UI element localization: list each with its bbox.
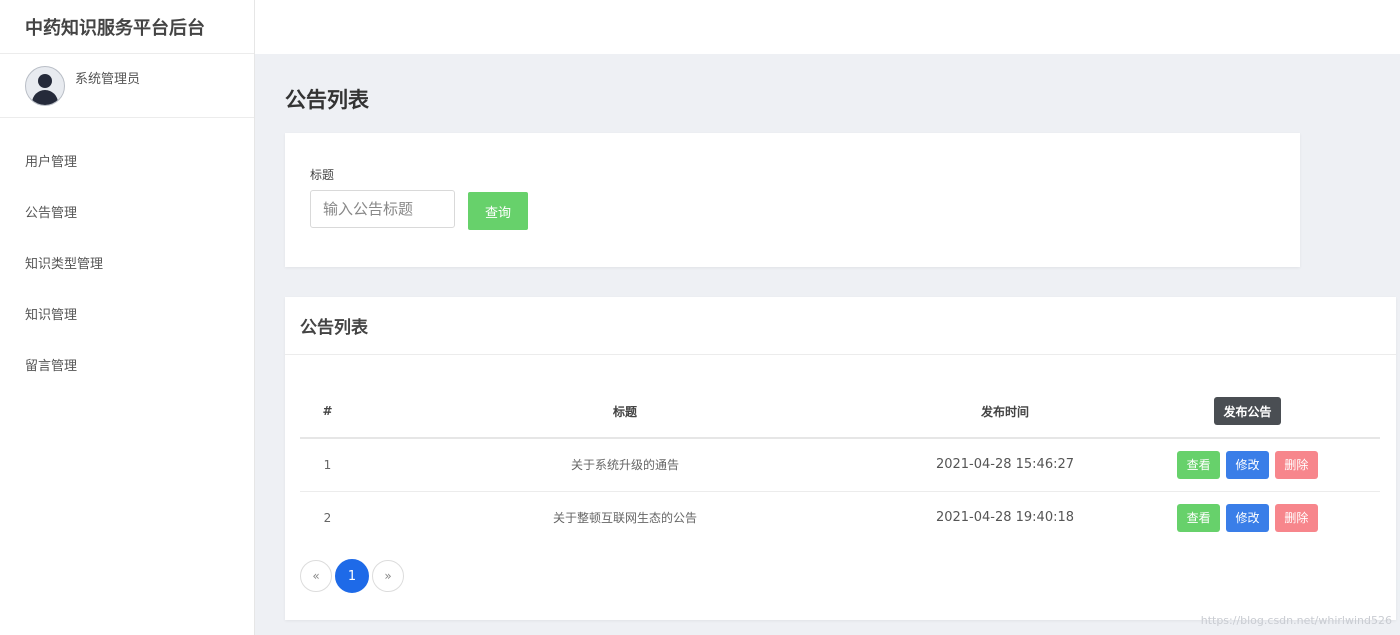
avatar[interactable]: [25, 66, 65, 106]
sidebar-item-knowledge-types[interactable]: 知识类型管理: [0, 237, 254, 288]
edit-button[interactable]: 修改: [1226, 450, 1269, 479]
app-title: 中药知识服务平台后台: [0, 0, 254, 54]
search-input[interactable]: [310, 190, 455, 228]
sidebar-item-announcements[interactable]: 公告管理: [0, 186, 254, 237]
list-title: 公告列表: [285, 297, 1396, 355]
page-next-button[interactable]: »: [372, 560, 404, 592]
row-title: 关于整顿互联网生态的公告: [552, 511, 697, 526]
header-id: #: [322, 404, 333, 418]
table-row: 1 关于系统升级的通告 2021-04-28 15:46:27 查看 修改 删除: [300, 438, 1380, 491]
delete-button[interactable]: 删除: [1274, 503, 1318, 532]
delete-button[interactable]: 删除: [1274, 450, 1318, 479]
page-title: 公告列表: [285, 88, 369, 112]
table-header-row: # 标题 发布时间 发布公告: [300, 385, 1380, 438]
search-card: 标题 查询: [285, 133, 1300, 267]
avatar-body: [32, 90, 58, 105]
view-button[interactable]: 查看: [1177, 503, 1221, 532]
header-time: 发布时间: [980, 404, 1029, 419]
row-id: 2: [323, 510, 332, 525]
announcement-table: # 标题 发布时间 发布公告 1 关于系统升级的通告 2021-04-28 15…: [300, 385, 1380, 544]
sidebar-item-knowledge[interactable]: 知识管理: [0, 288, 254, 339]
avatar-head: [38, 74, 52, 88]
publish-announcement-button[interactable]: 发布公告: [1214, 397, 1281, 425]
header-title: 标题: [612, 404, 637, 419]
view-button[interactable]: 查看: [1177, 450, 1221, 479]
announcement-list-card: 公告列表 # 标题 发布时间 发布公告 1 关于系统升级的通告 2021-04-…: [285, 297, 1396, 620]
row-id: 1: [323, 457, 332, 472]
sidebar-menu: 用户管理 公告管理 知识类型管理 知识管理 留言管理: [0, 118, 254, 390]
page-prev-button[interactable]: «: [300, 560, 332, 592]
row-actions: 查看 修改 删除: [1115, 438, 1380, 491]
search-button[interactable]: 查询: [468, 192, 528, 230]
username: 系统管理员: [75, 72, 141, 87]
watermark: https://blog.csdn.net/whirlwind526: [1200, 614, 1392, 627]
sidebar-item-messages[interactable]: 留言管理: [0, 339, 254, 390]
sidebar: 中药知识服务平台后台 系统管理员 用户管理 公告管理 知识类型管理 知识管理 留…: [0, 0, 255, 635]
row-time: 2021-04-28 15:46:27: [935, 457, 1075, 473]
pagination: « 1 »: [300, 559, 404, 593]
row-time: 2021-04-28 19:40:18: [935, 510, 1075, 526]
header-actions: 发布公告: [1115, 385, 1380, 438]
row-title: 关于系统升级的通告: [570, 458, 679, 473]
page-current-button[interactable]: 1: [335, 559, 369, 593]
search-label: 标题: [310, 168, 335, 182]
user-panel: 系统管理员: [0, 54, 254, 118]
sidebar-item-users[interactable]: 用户管理: [0, 135, 254, 186]
top-bar: [255, 0, 1400, 54]
table-row: 2 关于整顿互联网生态的公告 2021-04-28 19:40:18 查看 修改…: [300, 491, 1380, 544]
row-actions: 查看 修改 删除: [1115, 491, 1380, 544]
edit-button[interactable]: 修改: [1226, 503, 1269, 532]
